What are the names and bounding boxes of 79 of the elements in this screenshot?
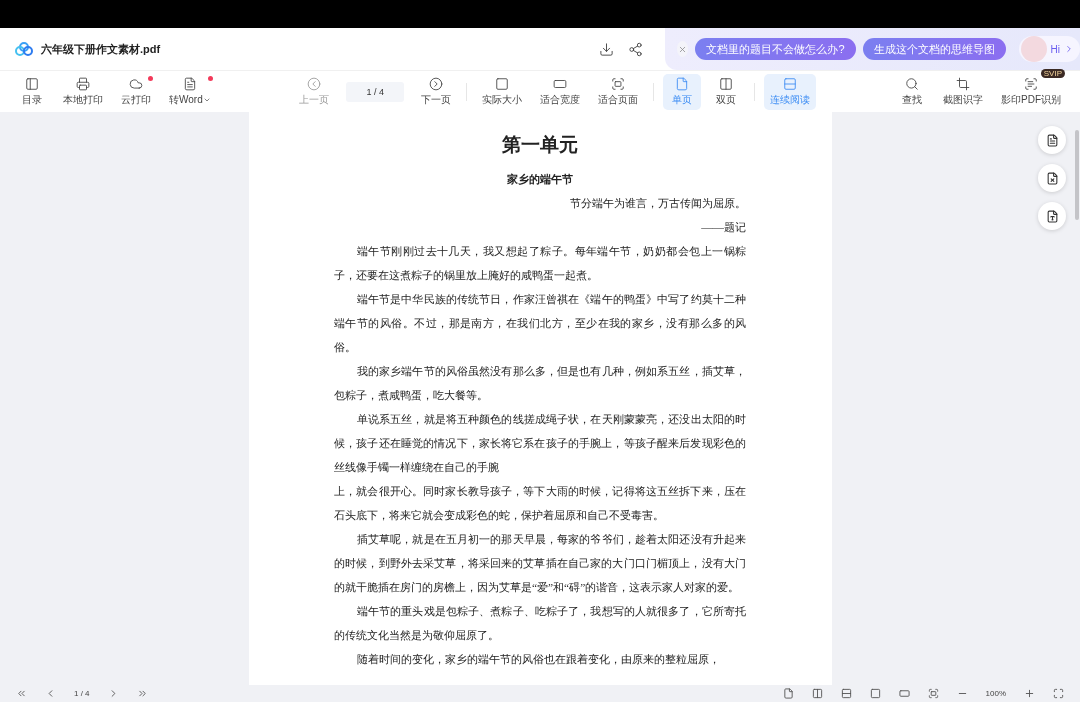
sidebar-icon xyxy=(25,76,39,91)
cloud-icon xyxy=(129,76,143,91)
circle-chevron-left-icon xyxy=(307,76,322,91)
crop-icon xyxy=(956,76,970,91)
view-button[interactable]: 实际大小 xyxy=(476,73,529,110)
rows-icon xyxy=(840,688,852,699)
rectangle-icon xyxy=(898,688,910,699)
first-page-icon xyxy=(16,688,27,699)
avatar xyxy=(1020,36,1047,62)
scan-text-icon xyxy=(1024,76,1038,91)
view-button[interactable]: 适合页面 xyxy=(592,73,645,110)
page-indicator: 1 / 4 xyxy=(74,689,90,698)
page-title: 第一单元 xyxy=(502,133,578,157)
layout-button[interactable]: 双页 xyxy=(707,73,746,110)
toolbar-button[interactable]: 查找 xyxy=(893,73,931,110)
fullscreen-button[interactable] xyxy=(1053,688,1064,699)
continuous-button[interactable] xyxy=(840,688,852,699)
square-icon xyxy=(495,76,510,91)
paragraph: 端午节是中华民族的传统节日，作家汪曾祺在《端午的鸭蛋》中写了约莫十二种端午节的风俗。不过，那是南方，在我们北方，至少在我的家乡，没有那么多的风俗。 xyxy=(334,292,746,355)
share-icon xyxy=(628,41,643,57)
toolbar-button[interactable]: 截图识字 xyxy=(937,73,989,110)
close-icon xyxy=(678,44,688,54)
columns-icon xyxy=(811,688,823,699)
paragraph: 插艾草呢，就是在五月初一的那天早晨，每家的爷爷们，趁着太阳还没有升起来的时候，到野外去采艾草，将采回来的艾草插在自己家的大门口门楣顶上，没有大门的就干脆插在房门的房檐上，因为艾草是“爱”和“碍”的谐音，这表示家人对家的爱。 xyxy=(334,532,746,595)
scrollbar[interactable] xyxy=(1075,130,1079,220)
toolbar-button[interactable]: 云打印 xyxy=(115,73,157,110)
svip-badge: SVIP xyxy=(1040,68,1065,78)
paragraph: 端午节的重头戏是包粽子、煮粽子、吃粽子了，我想写的人就很多了，它所寄托的传统文化当然是为敬仰屈原了。 xyxy=(334,604,746,643)
paragraph: 单说系五丝，就是将五种颜色的线搓成绳子状，在天刚蒙蒙亮，还没出太阳的时候，孩子还在睡觉的情况下，家长将它系在孩子的手腕上，等孩子醒来后发现彩色的丝线像手镯一样缠绕在自己的手腕 xyxy=(334,412,746,475)
attribution: ——题记 xyxy=(700,220,746,235)
document-x-icon xyxy=(1045,171,1059,185)
document-type-icon xyxy=(1045,209,1059,223)
double-page-button[interactable] xyxy=(811,688,823,699)
side-tool-button[interactable] xyxy=(1038,164,1066,192)
fit-page-icon xyxy=(611,76,626,91)
page-icon xyxy=(782,688,794,699)
paragraph: 随着时间的变化，家乡的端午节的风俗也在跟着变化，由原来的整粒屈原， xyxy=(355,652,721,667)
document-icon xyxy=(1045,133,1059,147)
plus-icon xyxy=(1024,688,1035,699)
page-icon xyxy=(675,76,690,91)
square-icon xyxy=(869,688,881,699)
download-icon xyxy=(599,41,614,57)
document-icon xyxy=(182,76,197,91)
paragraph: 上，就会很开心。同时家长教导孩子，等下大雨的时候，记得将这五丝拆下来，压在石头底下，将来它就会变成彩色的蛇，保护着屈原和自己不受毒害。 xyxy=(334,484,746,523)
suggestion-chip[interactable]: 生成这个文档的思维导图 xyxy=(862,38,1006,60)
circle-chevron-right-icon xyxy=(429,76,444,91)
search-icon xyxy=(905,76,919,91)
suggestion-chip[interactable]: 文档里的题目不会做怎么办? xyxy=(695,38,856,60)
page-field[interactable]: 1 / 4 xyxy=(346,81,405,102)
actual-size-button[interactable] xyxy=(869,688,881,699)
first-page-button[interactable] xyxy=(16,688,27,699)
file-name: 六年级下册作文素材.pdf xyxy=(41,41,161,57)
cloud-logo-icon xyxy=(15,42,33,56)
fit-page-icon xyxy=(927,688,939,699)
last-page-icon xyxy=(136,688,148,699)
toolbar-button[interactable]: 目录 xyxy=(13,73,51,110)
paragraph: 我的家乡端午节的风俗虽然没有那么多，但是也有几种，例如系五丝，插艾草，包粽子，煮咸鸭蛋，吃大餐等。 xyxy=(334,364,746,403)
view-button[interactable]: 适合宽度 xyxy=(534,73,587,110)
fit-width-button[interactable] xyxy=(898,688,910,699)
side-tool-button[interactable] xyxy=(1038,126,1066,154)
printer-icon xyxy=(76,76,90,91)
paragraph: 端午节刚刚过去十几天，我又想起了粽子。每年端午节，奶奶都会包上一锅粽子，还要在这煮粽子的锅里放上腌好的咸鸭蛋一起煮。 xyxy=(334,244,746,283)
assistant-button[interactable]: Hi xyxy=(1018,36,1080,62)
zoom-in-button[interactable] xyxy=(1024,688,1035,699)
rows-icon xyxy=(783,76,798,91)
article-title: 家乡的端午节 xyxy=(507,172,573,187)
toolbar-button[interactable]: 本地打印 xyxy=(57,73,109,110)
last-page-button[interactable] xyxy=(136,688,148,699)
toolbar-button[interactable]: 转Word xyxy=(163,73,217,110)
zoom-level: 100% xyxy=(985,689,1006,698)
fit-page-button[interactable] xyxy=(927,688,939,699)
epigraph: 节分端午为谁言，万古传闻为屈原。 xyxy=(569,196,746,211)
columns-icon xyxy=(719,76,734,91)
side-tool-button[interactable] xyxy=(1038,202,1066,230)
fullscreen-icon xyxy=(1053,688,1064,699)
single-page-button[interactable] xyxy=(782,688,794,699)
chevron-right-icon xyxy=(1064,44,1074,54)
next-page-button[interactable]: 下一页 xyxy=(415,73,458,110)
close-button[interactable] xyxy=(677,41,689,57)
